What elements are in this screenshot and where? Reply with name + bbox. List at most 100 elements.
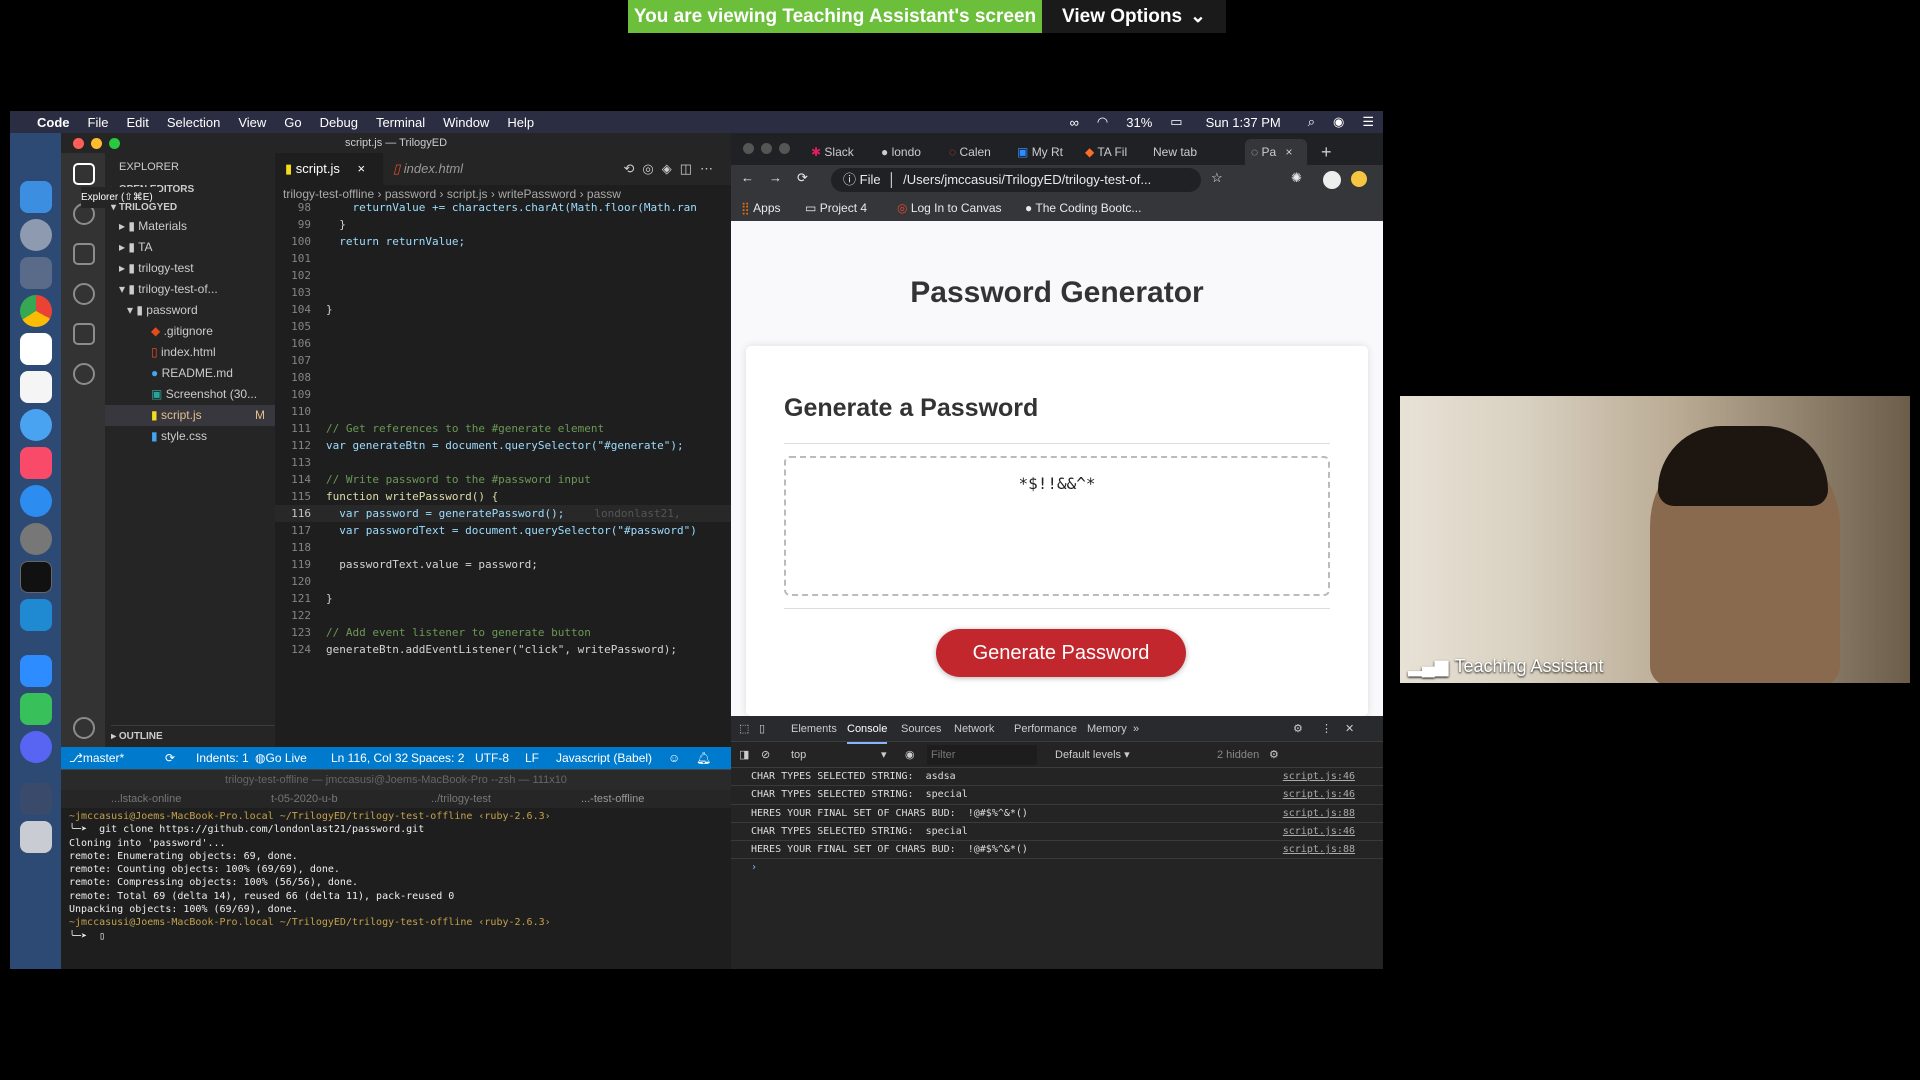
downloads-icon[interactable] [19,783,52,815]
battery-icon[interactable]: ▭ [1170,114,1182,130]
tab-sources[interactable]: Sources [901,716,941,742]
zoom-window-button[interactable] [109,138,120,149]
facetime-icon[interactable] [19,693,52,725]
tab-ta-files[interactable]: ◆ TA Fil [1085,139,1145,165]
tree-item-index-html[interactable]: ▯ index.html [105,342,275,363]
branch-indicator[interactable]: ⎇ master* [69,747,124,769]
tree-item-ta[interactable]: ▸ ▮ TA [105,237,275,258]
gear-icon[interactable]: ⚙ [1293,716,1303,742]
device-toolbar-icon[interactable]: ▯ [759,716,765,742]
menu-go[interactable]: Go [284,115,301,130]
source-control-icon[interactable] [73,243,95,265]
tab-new-tab[interactable]: New tab [1153,139,1223,165]
console-settings-icon[interactable]: ⚙ [1269,742,1279,768]
bookmark-canvas[interactable]: ◎ Log In to Canvas [897,195,1002,221]
log-source-link[interactable]: script.js:88 [1283,841,1355,859]
close-window-button[interactable] [743,143,754,154]
close-tab-icon[interactable]: × [1286,145,1293,159]
feedback-icon[interactable]: ☺ [668,747,680,769]
terminal-icon[interactable] [19,561,52,593]
terminal-tab[interactable]: ...lstack-online [111,790,181,808]
close-tab-icon[interactable]: × [357,161,365,176]
preview-icon[interactable]: ◎ [642,161,661,176]
bookmark-apps[interactable]: ⣿ Apps [741,195,781,221]
breadcrumb-item[interactable]: writePassword [498,187,576,201]
tree-item-screenshot[interactable]: ▣ Screenshot (30... [105,384,275,405]
spaces-status[interactable]: Spaces: 2 [411,747,464,769]
trash-icon[interactable] [19,821,52,853]
reload-icon[interactable]: ⟳ [797,170,808,186]
menu-help[interactable]: Help [507,115,534,130]
tree-item-style-css[interactable]: ▮ style.css [105,426,275,447]
indents-status[interactable]: Indents: 1 [196,747,249,769]
console-prompt[interactable]: › [731,859,1383,877]
glasses-icon[interactable]: ∞ [1070,115,1079,130]
bookmark-coding-bootcamp[interactable]: ● The Coding Bootc... [1025,195,1141,221]
view-options-button[interactable]: View Options ⌄ [1042,0,1226,33]
cursor-position[interactable]: Ln 116, Col 32 [331,747,408,769]
notes-icon[interactable] [19,371,52,403]
siri-icon[interactable]: ◉ [1333,114,1344,130]
minimize-window-button[interactable] [91,138,102,149]
eye-icon[interactable]: ◉ [905,742,915,768]
password-output[interactable]: *$!!&&^* [784,456,1330,596]
timeline-icon[interactable] [73,363,95,385]
tree-item-materials[interactable]: ▸ ▮ Materials [105,216,275,237]
more-actions-icon[interactable]: ⋯ [700,161,721,176]
close-window-button[interactable] [73,138,84,149]
notification-center-icon[interactable]: ☰ [1362,114,1374,130]
breadcrumb-item[interactable]: password [385,187,436,201]
launchpad-icon[interactable] [19,219,52,251]
extension-icon[interactable]: ✺ [1291,170,1302,186]
tab-console[interactable]: Console [847,716,888,744]
tree-item-trilogy-test-offline[interactable]: ▾ ▮ trilogy-test-of... [105,279,275,300]
tab-script-js[interactable]: ▮ script.js × [275,153,383,185]
rocket-icon[interactable] [19,257,52,289]
code-area[interactable]: 98 returnValue += characters.charAt(Math… [275,203,731,747]
tab-network[interactable]: Network [954,716,994,742]
tab-github[interactable]: ● londo [881,139,941,165]
extension-icon[interactable] [1351,171,1367,187]
tab-slack[interactable]: ✱ Slack [811,139,871,165]
bell-icon[interactable]: 🔔︎ [696,747,711,769]
menu-window[interactable]: Window [443,115,489,130]
bookmark-project-4[interactable]: ▭ Project 4 [805,195,867,221]
outline-section[interactable]: ▸ OUTLINE [111,725,281,746]
discord-icon[interactable] [19,731,52,763]
forward-icon[interactable]: → [769,170,782,185]
generate-password-button[interactable]: Generate Password [936,629,1186,677]
tab-index-html[interactable]: ▯ index.html [383,153,473,185]
debug-icon[interactable] [73,283,95,305]
tab-calendar[interactable]: ◌ Calen [949,139,1009,165]
files-icon[interactable] [73,163,95,185]
new-tab-button[interactable]: + [1321,139,1332,165]
breadcrumb-item[interactable]: script.js [447,187,488,201]
close-icon[interactable]: ✕ [1345,716,1354,742]
tab-memory[interactable]: Memory [1087,716,1127,742]
menu-edit[interactable]: Edit [126,115,148,130]
log-levels-dropdown[interactable]: Default levels ▾ [1055,742,1130,768]
participant-video[interactable]: ▂▄▆ Teaching Assistant [1400,396,1910,683]
finder-icon[interactable] [19,181,52,213]
tree-item-gitignore[interactable]: ◆ .gitignore [105,321,275,342]
minimize-window-button[interactable] [761,143,772,154]
log-source-link[interactable]: script.js:46 [1283,823,1355,841]
log-source-link[interactable]: script.js:46 [1283,768,1355,786]
bookmark-star-icon[interactable]: ☆ [1211,170,1223,186]
terminal-tab[interactable]: ...-test-offline [581,790,644,808]
gear-icon[interactable] [73,717,95,739]
messages-icon[interactable] [19,409,52,441]
terminal-window[interactable]: trilogy-test-offline — jmccasusi@Joems-M… [61,769,731,969]
sync-icon[interactable]: ⟳ [165,747,175,769]
clear-console-icon[interactable]: ⊘ [761,742,770,768]
clock[interactable]: Sun 1:37 PM [1206,115,1281,130]
chrome-icon[interactable] [19,295,52,327]
log-source-link[interactable]: script.js:88 [1283,805,1355,823]
zoom-icon[interactable] [19,655,52,687]
tree-item-password[interactable]: ▾ ▮ password [105,300,275,321]
wifi-icon[interactable]: ◠ [1097,114,1108,130]
music-icon[interactable] [19,447,52,479]
system-preferences-icon[interactable] [19,523,52,555]
terminal-tab[interactable]: ../trilogy-test [431,790,491,808]
tree-item-readme[interactable]: ● README.md [105,363,275,384]
